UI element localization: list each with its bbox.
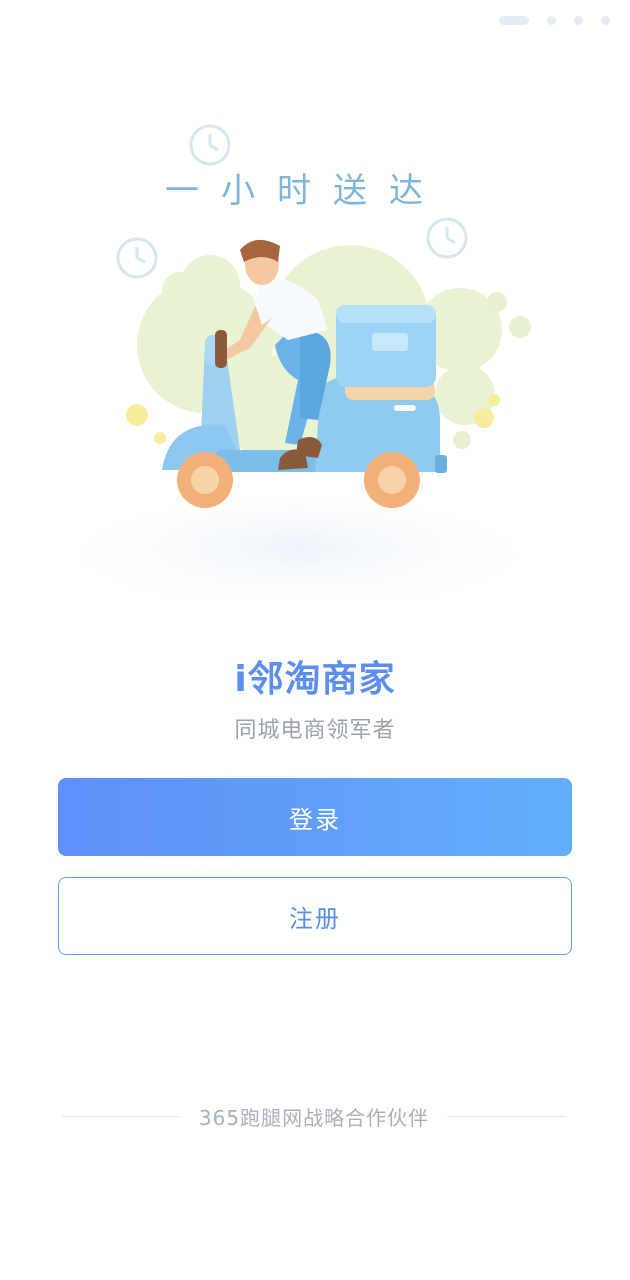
stopwatch-icon [426,217,468,259]
login-button[interactable]: 登录 [58,778,572,856]
delivery-illustration: 一小时送达 [78,124,531,600]
app-subtitle: 同城电商领军者 [234,718,396,743]
stopwatch-icon [116,237,158,279]
divider-right [447,1116,566,1117]
app-title: i邻淘商家 [234,659,396,700]
slogan-text: 一小时送达 [165,171,445,211]
ground-shadow [78,500,518,600]
stopwatch-icon [189,124,231,166]
register-button[interactable]: 注册 [58,877,572,955]
partner-footer: 365跑腿网战略合作伙伴 [62,1102,566,1131]
partner-text: 365跑腿网战略合作伙伴 [198,1106,430,1130]
divider-left [62,1116,181,1117]
